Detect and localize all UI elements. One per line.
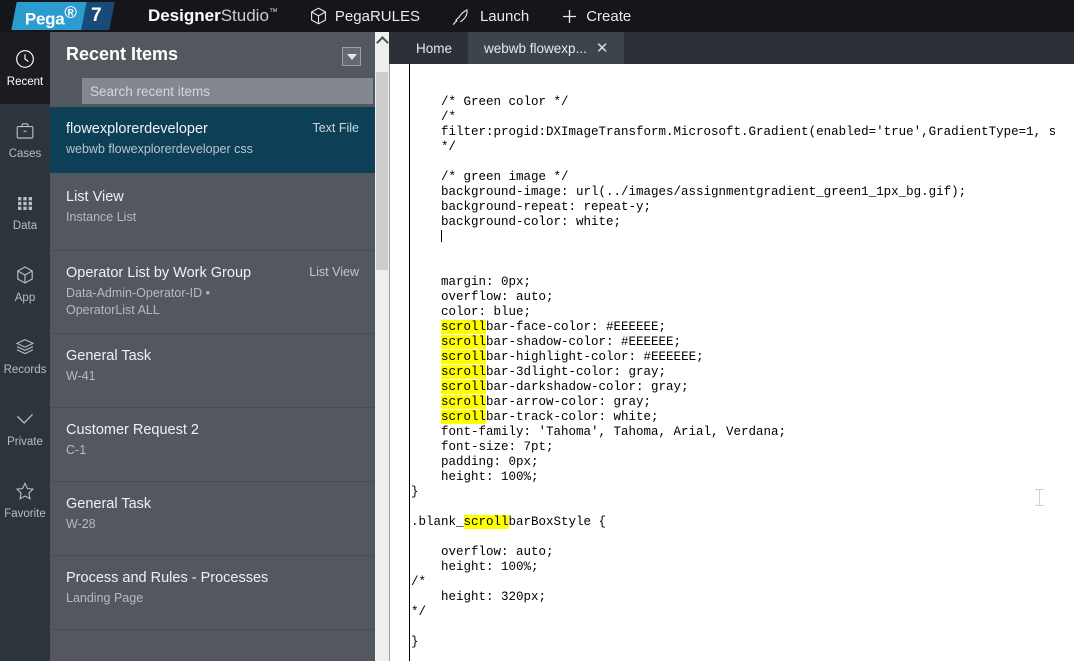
panel-scrollbar[interactable] <box>375 32 389 661</box>
list-item[interactable]: General Task W-28 <box>50 482 375 556</box>
nav-pegarules[interactable]: PegaRULES <box>310 7 420 25</box>
rail-item-recent[interactable]: Recent <box>0 32 50 104</box>
top-header: Pega® 7 DesignerStudio™ PegaRULES <box>0 0 1074 32</box>
recent-items-header: Recent Items <box>50 32 375 107</box>
tab-webwb-label: webwb flowexp... <box>484 41 587 56</box>
list-item-subtitle: Instance List <box>66 209 306 226</box>
cube-icon <box>14 264 36 286</box>
rail-label-app: App <box>15 292 35 304</box>
app-root: Pega® 7 DesignerStudio™ PegaRULES <box>0 0 1074 661</box>
list-item-subtitle: webwb flowexplorerdeveloper css <box>66 141 306 158</box>
logo-brand-block: Pega® <box>11 2 86 30</box>
search-input[interactable] <box>82 78 373 104</box>
list-item[interactable]: List View Instance List <box>50 173 375 251</box>
rail-label-recent: Recent <box>7 76 43 88</box>
editor-code-content[interactable]: /* Green color */ /* filter:progid:DXIma… <box>411 77 1074 661</box>
studio-light-text: Studio <box>221 6 269 25</box>
nav-launch-label: Launch <box>480 8 529 25</box>
list-item[interactable]: List View Operator List by Work Group Da… <box>50 251 375 334</box>
scrollbar-thumb[interactable] <box>376 72 388 270</box>
star-icon <box>14 480 36 502</box>
logo-version-block: 7 <box>81 2 115 30</box>
pega-logo[interactable]: Pega® 7 <box>14 2 112 30</box>
list-item-title: Customer Request 2 <box>66 421 281 440</box>
rail-item-private[interactable]: Private <box>0 392 50 464</box>
tab-home[interactable]: Home <box>400 32 468 64</box>
nav-pegarules-label: PegaRULES <box>335 8 420 25</box>
nav-create-label: Create <box>586 8 631 25</box>
list-item[interactable]: Process and Rules - Processes Landing Pa… <box>50 556 375 630</box>
chevron-down-icon[interactable] <box>342 47 361 66</box>
clock-icon <box>14 48 36 70</box>
briefcase-icon <box>14 120 36 142</box>
list-item-title: Operator List by Work Group <box>66 264 256 283</box>
list-item[interactable]: General Task W-41 <box>50 334 375 408</box>
studio-bold-text: Designer <box>148 6 221 25</box>
plus-icon <box>561 8 578 25</box>
rail-label-private: Private <box>7 436 43 448</box>
code-editor[interactable]: /* Green color */ /* filter:progid:DXIma… <box>389 64 1074 661</box>
logo-registered-mark: ® <box>64 3 76 22</box>
tab-bar: Home webwb flowexp... ✕ <box>389 32 1074 64</box>
logo-version-text: 7 <box>91 5 101 27</box>
close-icon[interactable]: ✕ <box>596 41 609 56</box>
list-item-title: List View <box>66 188 281 207</box>
rail-item-cases[interactable]: Cases <box>0 104 50 176</box>
list-item-title: General Task <box>66 347 281 366</box>
list-item-tag: List View <box>309 265 359 279</box>
main-area: Home webwb flowexp... ✕ /* Green color *… <box>389 32 1074 661</box>
recent-items-list: Text File flowexplorerdeveloper webwb fl… <box>50 107 375 630</box>
list-item-title: Process and Rules - Processes <box>66 569 281 588</box>
cube-icon <box>310 7 327 25</box>
left-nav-rail: Recent Cases Data <box>0 32 50 661</box>
nav-launch[interactable]: Launch <box>452 7 529 25</box>
search-wrapper <box>66 65 361 104</box>
list-item-title: General Task <box>66 495 281 514</box>
nav-create[interactable]: Create <box>561 8 631 25</box>
list-item-subtitle: W-28 <box>66 516 306 533</box>
rail-item-data[interactable]: Data <box>0 176 50 248</box>
list-item-subtitle: C-1 <box>66 442 306 459</box>
list-item-title: flowexplorerdeveloper <box>66 120 281 139</box>
panel-title: Recent Items <box>66 44 178 65</box>
logo-brand-text: Pega <box>25 9 64 28</box>
rail-label-data: Data <box>13 220 37 232</box>
rocket-icon <box>452 7 472 25</box>
list-item-subtitle: W-41 <box>66 368 306 385</box>
layers-icon <box>14 336 36 358</box>
rail-item-app[interactable]: App <box>0 248 50 320</box>
check-icon <box>14 408 36 430</box>
list-item-subtitle: Landing Page <box>66 590 306 607</box>
rail-label-cases: Cases <box>9 148 42 160</box>
tab-webwb-flowexplorer[interactable]: webwb flowexp... ✕ <box>468 32 624 64</box>
list-item-subtitle: Data-Admin-Operator-ID • OperatorList AL… <box>66 285 251 319</box>
rail-item-favorite[interactable]: Favorite <box>0 464 50 536</box>
scroll-up-arrow-icon[interactable] <box>375 32 389 48</box>
rail-label-favorite: Favorite <box>4 508 46 520</box>
studio-tm-mark: ™ <box>269 6 278 16</box>
recent-items-panel: Recent Items Text File flowexplorerdevel… <box>50 32 375 661</box>
grid-icon <box>14 192 36 214</box>
list-item-tag: Text File <box>312 121 359 135</box>
rail-item-records[interactable]: Records <box>0 320 50 392</box>
list-item[interactable]: Customer Request 2 C-1 <box>50 408 375 482</box>
list-item[interactable]: Text File flowexplorerdeveloper webwb fl… <box>50 107 375 173</box>
text-cursor-icon <box>1035 489 1044 506</box>
editor-gutter <box>390 64 410 661</box>
tab-home-label: Home <box>416 41 452 56</box>
designer-studio-title[interactable]: DesignerStudio™ <box>148 6 278 26</box>
rail-label-records: Records <box>4 364 47 376</box>
